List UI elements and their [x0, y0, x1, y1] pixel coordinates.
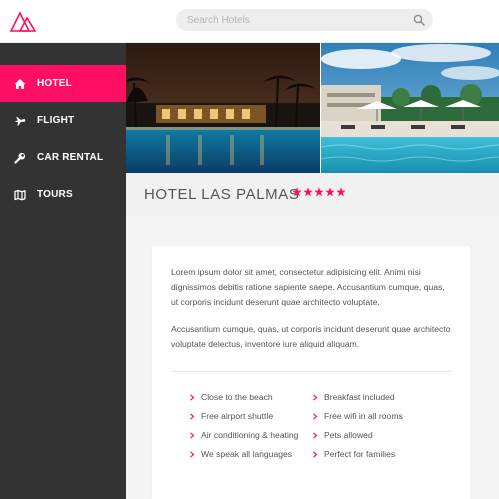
amenity-item: Close to the beach: [189, 392, 273, 402]
search-bar: [176, 9, 433, 31]
amenity-item: Free wifi in all rooms: [312, 411, 403, 421]
amenity-label: Breakfast included: [324, 392, 395, 402]
chevron-right-icon: [190, 431, 195, 439]
star-rating: [292, 187, 346, 197]
search-input[interactable]: [187, 9, 407, 31]
star-icon: [325, 187, 335, 197]
sidebar-item-hotel[interactable]: HOTEL: [0, 65, 126, 102]
sidebar-item-label: TOURS: [37, 189, 73, 200]
sidebar-nav: HOTEL FLIGHT CAR RENTAL TOURS: [0, 43, 126, 499]
amenity-item: Perfect for families: [312, 449, 395, 459]
star-icon: [336, 187, 346, 197]
airplane-icon: [14, 115, 26, 127]
chevron-right-icon: [313, 393, 318, 401]
hotel-photo-night[interactable]: [126, 43, 320, 173]
star-icon: [292, 187, 302, 197]
top-header: [0, 0, 499, 43]
amenity-label: Close to the beach: [201, 392, 273, 402]
wrench-icon: [14, 152, 26, 164]
star-icon: [314, 187, 324, 197]
logo-icon[interactable]: [9, 10, 37, 32]
amenity-label: Pets allowed: [324, 430, 373, 440]
chevron-right-icon: [190, 450, 195, 458]
sidebar-item-flight[interactable]: FLIGHT: [0, 102, 126, 139]
amenity-item: Pets allowed: [312, 430, 373, 440]
amenity-label: Air conditioning & heating: [201, 430, 299, 440]
sidebar-item-label: FLIGHT: [37, 115, 75, 126]
hotel-photo-day[interactable]: [321, 43, 499, 173]
home-icon: [14, 78, 26, 90]
divider: [171, 371, 452, 372]
amenity-item: Breakfast included: [312, 392, 395, 402]
hotel-name: HOTEL LAS PALMAS: [144, 186, 300, 203]
hotel-details-card: Lorem ipsum dolor sit amet, consectetur …: [152, 246, 470, 499]
amenity-item: Air conditioning & heating: [189, 430, 298, 440]
amenity-item: We speak all languages: [189, 449, 292, 459]
description-paragraph: Accusantium cumque, quas, ut corporis in…: [171, 324, 451, 349]
description-paragraph: Lorem ipsum dolor sit amet, consectetur …: [171, 267, 445, 307]
sidebar-item-car-rental[interactable]: CAR RENTAL: [0, 139, 126, 176]
amenity-label: Free wifi in all rooms: [324, 411, 403, 421]
sidebar-item-tours[interactable]: TOURS: [0, 176, 126, 213]
search-icon[interactable]: [413, 14, 425, 26]
star-icon: [303, 187, 313, 197]
chevron-right-icon: [190, 393, 195, 401]
chevron-right-icon: [313, 450, 318, 458]
chevron-right-icon: [190, 412, 195, 420]
amenity-label: We speak all languages: [201, 449, 293, 459]
amenity-label: Free airport shuttle: [201, 411, 274, 421]
chevron-right-icon: [313, 431, 318, 439]
sidebar-item-label: HOTEL: [37, 78, 72, 89]
map-icon: [14, 189, 26, 201]
sidebar-item-label: CAR RENTAL: [37, 152, 104, 163]
hotel-title-bar: HOTEL LAS PALMAS: [126, 173, 499, 216]
amenity-item: Free airport shuttle: [189, 411, 273, 421]
chevron-right-icon: [313, 412, 318, 420]
amenity-label: Perfect for families: [324, 449, 396, 459]
